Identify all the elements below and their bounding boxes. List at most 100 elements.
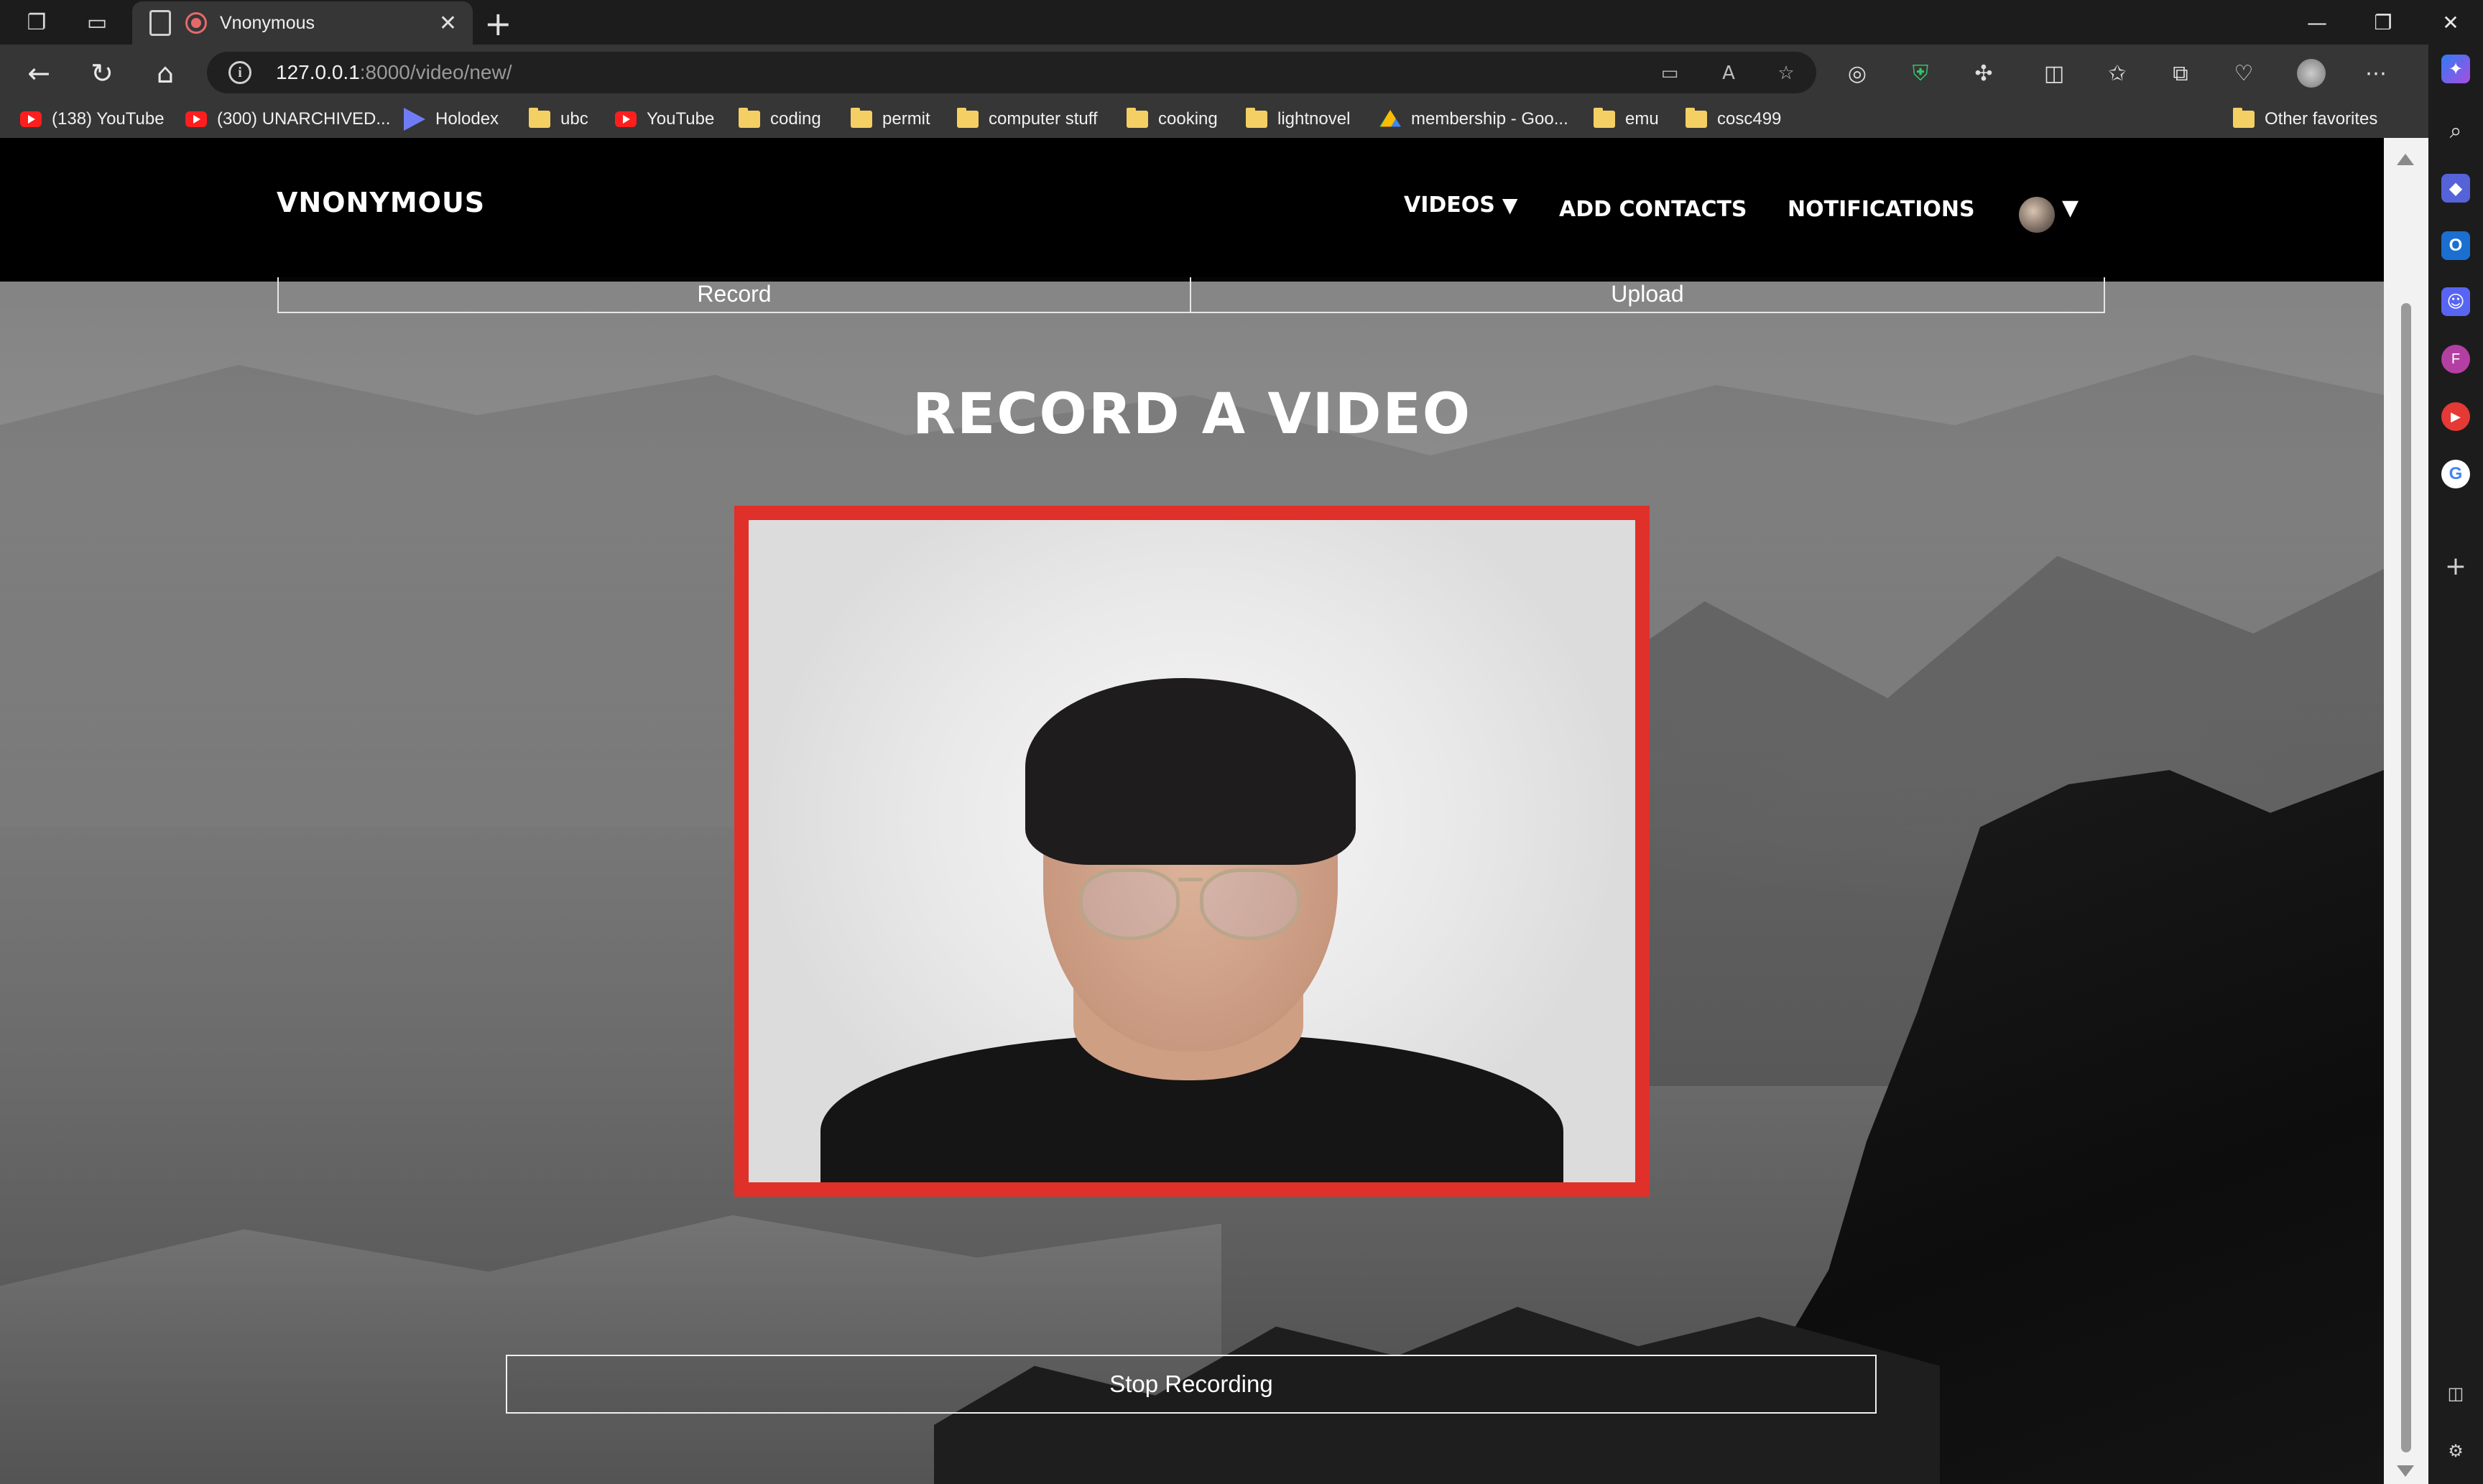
stop-recording-button[interactable]: Stop Recording [506, 1355, 1877, 1414]
url-text: 127.0.0.1:8000/video/new/ [276, 61, 512, 84]
more-menu-icon[interactable]: ⋯ [2361, 59, 2391, 88]
bookmark-item[interactable]: ubc [529, 108, 588, 131]
nav-videos[interactable]: VIDEOS ▼ [1404, 193, 1517, 218]
copilot-icon[interactable]: ✦ [2441, 55, 2470, 83]
page-title: RECORD A VIDEO [912, 382, 1472, 447]
f-app-icon[interactable]: F [2441, 345, 2470, 374]
youtube-icon [615, 111, 637, 127]
bookmark-label: permit [882, 109, 930, 129]
address-bar[interactable]: i 127.0.0.1:8000/video/new/ ▭ A ☆ [207, 52, 1816, 93]
webcam-subject-glasses-right [1200, 868, 1300, 940]
close-tab-icon[interactable]: ✕ [439, 11, 457, 36]
tab-title: Vnonymous [220, 12, 315, 33]
bookmark-item[interactable]: YouTube [615, 108, 714, 131]
bookmark-item[interactable]: cooking [1127, 108, 1218, 131]
bookmark-item[interactable]: lightnovel [1246, 108, 1350, 131]
folder-icon [851, 108, 872, 128]
bookmark-label: lightnovel [1277, 109, 1351, 129]
youtube-icon [185, 111, 207, 127]
close-window-icon[interactable]: ✕ [2418, 0, 2483, 45]
nav-videos-label: VIDEOS [1404, 193, 1495, 218]
folder-icon [1594, 108, 1615, 128]
chevron-down-icon: ▼ [1502, 193, 1518, 217]
page-scrollbar[interactable] [2384, 138, 2428, 1484]
nav-add-contacts[interactable]: ADD CONTACTS [1559, 197, 1747, 222]
bookmark-label: emu [1625, 109, 1659, 129]
favorite-star-icon[interactable]: ☆ [1773, 62, 1799, 85]
extension-shield-icon[interactable]: ⛨ [1905, 59, 1936, 88]
bookmark-item[interactable]: permit [851, 108, 930, 131]
camera-in-use-icon[interactable]: ▭ [1657, 62, 1683, 85]
site-info-icon[interactable]: i [228, 61, 251, 84]
bookmark-label: cooking [1158, 109, 1218, 129]
bookmark-label: membership - Goo... [1411, 109, 1568, 129]
search-icon[interactable]: ⌕ [2441, 116, 2470, 145]
bookmark-item[interactable]: (138) YouTube [20, 108, 165, 131]
folder-icon [2233, 108, 2255, 128]
bookmark-item[interactable]: coding [739, 108, 821, 131]
bookmark-item[interactable]: emu [1594, 108, 1659, 131]
browser-essentials-icon[interactable]: ♡ [2229, 59, 2259, 88]
hide-sidebar-icon[interactable]: ◫ [2441, 1379, 2470, 1408]
restore-icon[interactable]: ❐ [2351, 0, 2415, 45]
recording-indicator-icon [185, 12, 207, 34]
folder-icon [1686, 108, 1707, 128]
bookmark-label: cosc499 [1717, 109, 1782, 129]
add-sidebar-app-icon[interactable]: + [2441, 552, 2470, 581]
tab-actions-icon[interactable]: ▭ [82, 7, 112, 37]
other-favorites[interactable]: Other favorites [2233, 108, 2377, 131]
sidebar-settings-icon[interactable]: ⚙ [2441, 1437, 2470, 1465]
scroll-thumb[interactable] [2401, 303, 2411, 1452]
bookmark-label: Holodex [435, 109, 499, 129]
favorites-icon[interactable]: ✩ [2102, 59, 2132, 88]
scroll-down-arrow-icon[interactable] [2397, 1465, 2414, 1477]
collections-icon[interactable]: ⧉ [2165, 59, 2196, 88]
other-favorites-label: Other favorites [2265, 109, 2378, 129]
bookmark-label: ubc [560, 109, 588, 129]
extensions-icon[interactable]: ✣ [1969, 59, 1999, 88]
reload-icon[interactable]: ↻ [86, 57, 118, 89]
record-mode-button[interactable]: Record [277, 277, 1191, 313]
bookmarks-bar: (138) YouTube (300) UNARCHIVED... Holode… [0, 101, 2428, 138]
extension-glasses-icon[interactable]: ◎ [1842, 59, 1872, 88]
bookmark-label: (138) YouTube [52, 109, 165, 129]
google-icon[interactable]: G [2441, 460, 2470, 488]
page-viewport: VNONYMOUS VIDEOS ▼ ADD CONTACTS NOTIFICAT… [0, 138, 2384, 1484]
outlook-icon[interactable]: O [2441, 231, 2470, 260]
discord-icon[interactable]: ☺ [2441, 287, 2470, 316]
minimize-icon[interactable]: — [2285, 0, 2349, 45]
back-icon[interactable]: ← [23, 57, 55, 89]
new-tab-icon[interactable]: + [484, 4, 512, 43]
scroll-up-arrow-icon[interactable] [2397, 154, 2414, 165]
youtube-icon [20, 111, 42, 127]
profile-avatar[interactable] [2019, 197, 2055, 233]
bookmark-item[interactable]: membership - Goo... [1379, 108, 1568, 131]
bookmark-item[interactable]: cosc499 [1686, 108, 1781, 131]
shopping-icon[interactable]: ◆ [2441, 174, 2470, 203]
folder-icon [739, 108, 760, 128]
browser-sidebar: ✦ ⌕ ◆ O ☺ F ▶ G + ◫ ⚙ [2428, 45, 2483, 1484]
holodex-icon [404, 108, 425, 131]
site-brand[interactable]: VNONYMOUS [277, 187, 485, 218]
profile-avatar-icon[interactable] [2296, 59, 2326, 88]
browser-tab-bar: ❐ ▭ Vnonymous ✕ + — ❐ ✕ [0, 0, 2483, 45]
folder-icon [1127, 108, 1148, 128]
bookmark-item[interactable]: Holodex [404, 108, 499, 131]
upload-mode-button[interactable]: Upload [1190, 277, 2105, 313]
url-path: :8000/video/new/ [359, 61, 512, 83]
chevron-down-icon[interactable]: ▼ [2062, 195, 2079, 221]
home-icon[interactable]: ⌂ [149, 57, 181, 89]
bookmark-item[interactable]: (300) UNARCHIVED... [185, 108, 390, 131]
nav-notifications[interactable]: NOTIFICATIONS [1788, 197, 1975, 222]
split-screen-icon[interactable]: ◫ [2039, 59, 2069, 88]
webcam-video [749, 520, 1635, 1182]
folder-icon [1246, 108, 1267, 128]
read-aloud-icon[interactable]: A [1716, 62, 1742, 85]
page-icon [149, 10, 171, 36]
bookmark-item[interactable]: computer stuff [957, 108, 1098, 131]
url-host: 127.0.0.1 [276, 61, 360, 83]
bookmark-label: computer stuff [989, 109, 1098, 129]
browser-tab-active[interactable]: Vnonymous ✕ [132, 1, 473, 45]
youtube-music-icon[interactable]: ▶ [2441, 402, 2470, 431]
workspaces-icon[interactable]: ❐ [22, 7, 52, 37]
